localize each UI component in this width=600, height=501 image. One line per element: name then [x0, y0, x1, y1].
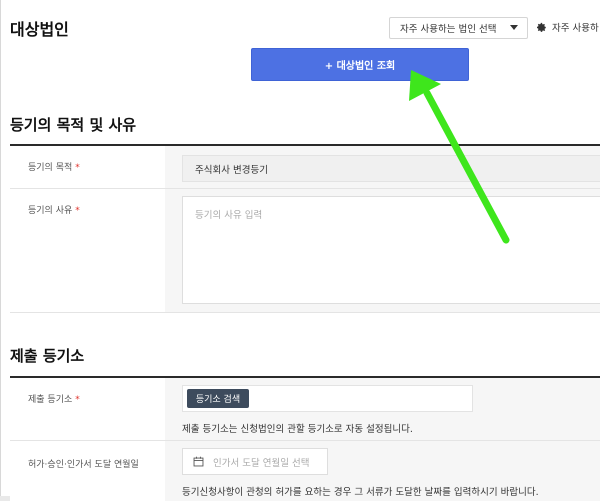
registry-row: 제출 등기소 * 등기소 검색 제출 등기소는 신청법인의 관할 등기소로 자동 …: [10, 378, 600, 441]
permit-date-label: 허가·승인·인가서 도달 연월일: [28, 460, 139, 470]
reason-row: 등기의 사유 * 등기의 사유 입력: [10, 189, 600, 313]
registry-help-text: 제출 등기소는 신청법인의 관할 등기소로 자동 설정됩니다.: [182, 424, 413, 435]
purpose-row: 등기의 목적 * 주식회사 변경등기: [10, 146, 600, 189]
caret-down-icon: [510, 25, 518, 30]
registry-label: 제출 등기소 *: [28, 395, 80, 405]
reason-textarea[interactable]: 등기의 사유 입력: [182, 196, 600, 304]
favorites-settings-button[interactable]: 자주 사용하: [536, 20, 599, 34]
purpose-label: 등기의 목적 *: [28, 163, 80, 173]
required-mark: *: [75, 395, 80, 405]
page-title: 대상법인: [10, 20, 69, 39]
permit-date-placeholder: 인가서 도달 연월일 선택: [213, 457, 310, 469]
favorite-corporation-select[interactable]: 자주 사용하는 법인 선택: [389, 17, 528, 39]
calendar-icon: [193, 456, 204, 467]
purpose-value: 주식회사 변경등기: [195, 164, 268, 176]
gear-icon: [537, 22, 546, 32]
favorites-settings-label: 자주 사용하: [552, 23, 599, 34]
query-corporation-button[interactable]: + 대상법인 조회: [251, 48, 469, 81]
required-mark: *: [75, 163, 80, 173]
favorite-select-value: 자주 사용하는 법인 선택: [400, 24, 497, 35]
form-panel: 대상법인 자주 사용하는 법인 선택 자주 사용하 + 대상법인 조회 등기의 …: [0, 0, 600, 501]
reason-placeholder: 등기의 사유 입력: [195, 210, 263, 221]
section-title-registry: 제출 등기소: [10, 347, 85, 365]
permit-date-row: 허가·승인·인가서 도달 연월일 인가서 도달 연월일 선택 등기신청사항이 관…: [10, 441, 600, 501]
required-mark: *: [75, 206, 80, 216]
section-title-purpose: 등기의 목적 및 사유: [10, 116, 137, 134]
registry-search-button[interactable]: 등기소 검색: [187, 389, 249, 408]
purpose-field[interactable]: 주식회사 변경등기: [182, 155, 600, 182]
reason-label: 등기의 사유 *: [28, 206, 80, 216]
permit-date-input[interactable]: 인가서 도달 연월일 선택: [182, 448, 328, 475]
